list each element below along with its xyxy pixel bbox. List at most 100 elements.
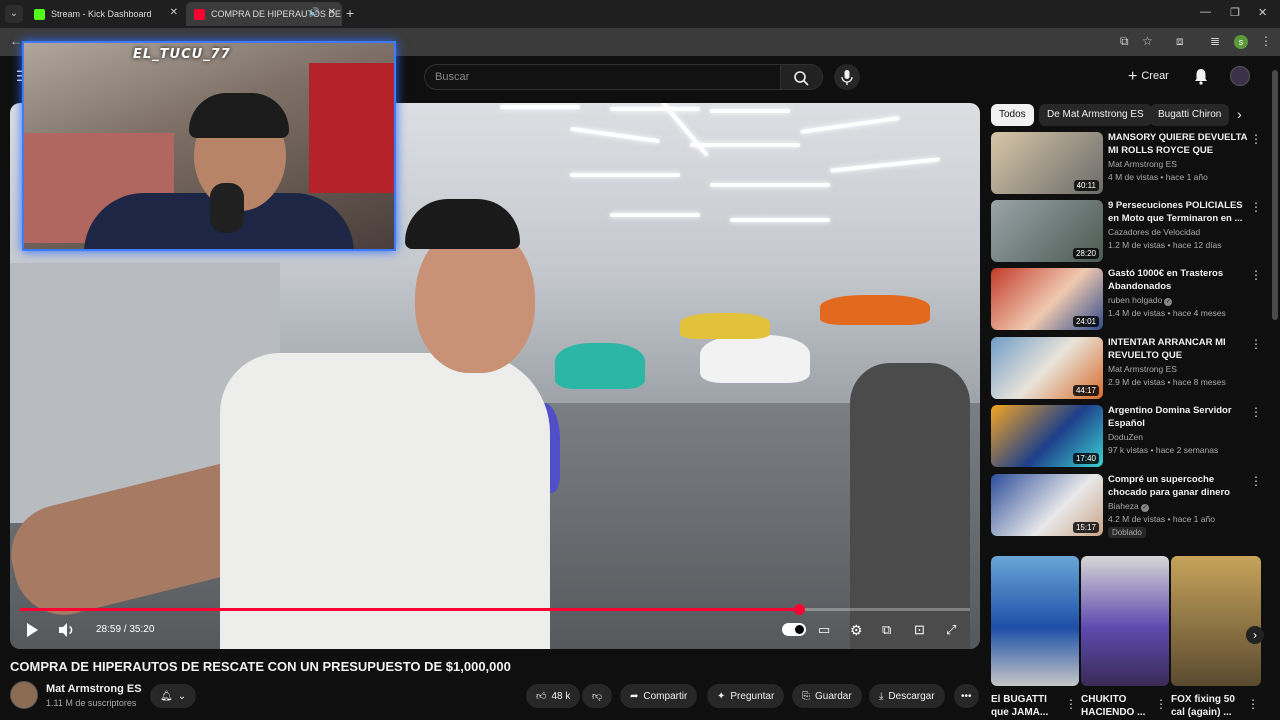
recommendation-channel[interactable]: Mat Armstrong ES	[1108, 364, 1177, 374]
close-tab-icon[interactable]: ✕	[328, 7, 336, 18]
minimize-window-icon[interactable]: —	[1200, 6, 1211, 18]
video-thumbnail[interactable]: 44:17	[991, 337, 1103, 399]
like-button[interactable]: 👍︎ 48 k	[526, 684, 581, 708]
download-button[interactable]: ⤓ Descargar	[869, 684, 945, 708]
video-thumbnail[interactable]: 40:11	[991, 132, 1103, 194]
settings-gear-icon[interactable]: ⚙	[850, 622, 863, 639]
short-title[interactable]: FOX fixing 50 cal (again) ...	[1171, 693, 1246, 719]
shorts-next-icon[interactable]: ›	[1246, 626, 1264, 644]
recommendation-meta: 4.2 M de vistas • hace 1 año	[1108, 514, 1215, 524]
short-title[interactable]: El BUGATTI que JAMA...	[991, 693, 1066, 719]
webcam-microphone	[210, 183, 244, 233]
notifications-button[interactable]	[1193, 67, 1209, 90]
more-vert-icon[interactable]: ⋮	[1247, 697, 1259, 711]
recommendation-title[interactable]: MANSORY QUIERE DEVUELTA MI ROLLS ROYCE Q…	[1108, 132, 1248, 157]
video-thumbnail[interactable]: 28:20	[991, 200, 1103, 262]
browser-menu-icon[interactable]: ⋮	[1260, 34, 1272, 48]
more-vert-icon[interactable]: ⋮	[1250, 132, 1262, 146]
share-button[interactable]: ➦ Compartir	[620, 684, 698, 708]
ceiling-light	[570, 126, 660, 144]
browser-tab-kick[interactable]: Stream - Kick Dashboard ✕	[26, 2, 184, 26]
recommendation-item[interactable]: 24:01 Gastó 1000€ en Trasteros Abandonad…	[991, 268, 1262, 330]
recommendation-title[interactable]: INTENTAR ARRANCAR MI REVUELTO QUE LAMBOR…	[1108, 337, 1248, 362]
cast-icon[interactable]: ⊡	[914, 622, 925, 638]
like-count: 48 k	[551, 690, 571, 702]
recommendation-item[interactable]: 28:20 9 Persecuciones POLICIALES en Moto…	[991, 200, 1262, 262]
tab-label: COMPRA DE HIPERAUTOS DE	[211, 9, 341, 19]
more-vert-icon[interactable]: ⋮	[1250, 337, 1262, 351]
short-thumbnail[interactable]	[1171, 556, 1261, 686]
fullscreen-icon[interactable]: ⤢	[946, 622, 956, 638]
time-display: 28:59 / 35:20	[96, 624, 155, 635]
chip-bugatti[interactable]: Bugatti Chiron	[1150, 104, 1230, 126]
ceiling-light	[690, 143, 800, 147]
recommendation-channel[interactable]: Mat Armstrong ES	[1108, 159, 1177, 169]
recommendation-item[interactable]: 17:40 Argentino Domina Servidor Español …	[991, 405, 1262, 467]
autoplay-toggle[interactable]	[782, 623, 806, 636]
reading-list-icon[interactable]: ≣	[1210, 34, 1220, 48]
bookmark-star-icon[interactable]: ☆	[1142, 34, 1153, 48]
duration-badge: 28:20	[1072, 248, 1099, 259]
tab-search-chevron-icon[interactable]: ⌄	[5, 5, 23, 23]
more-vert-icon[interactable]: ⋮	[1250, 200, 1262, 214]
more-vert-icon[interactable]: ⋮	[1250, 405, 1262, 419]
short-thumbnail[interactable]	[1081, 556, 1169, 686]
recommendation-channel[interactable]: ruben holgado ✓	[1108, 295, 1173, 306]
recommendation-item[interactable]: 44:17 INTENTAR ARRANCAR MI REVUELTO QUE …	[991, 337, 1262, 399]
channel-avatar[interactable]	[10, 681, 38, 709]
short-thumbnail[interactable]	[991, 556, 1079, 686]
ceiling-light	[570, 173, 680, 177]
install-app-icon[interactable]: ⧉	[1120, 34, 1129, 49]
more-vert-icon[interactable]: ⋮	[1250, 268, 1262, 282]
chevron-right-icon[interactable]: ›	[1237, 106, 1242, 122]
ask-button[interactable]: ✦ Preguntar	[707, 684, 785, 708]
recommendation-channel[interactable]: DoduZen	[1108, 432, 1143, 442]
miniplayer-icon[interactable]: ⧉	[882, 622, 891, 638]
new-tab-plus-icon[interactable]: +	[346, 5, 354, 21]
more-vert-icon[interactable]: ⋮	[1065, 697, 1077, 711]
ask-label: Preguntar	[730, 690, 775, 702]
thumbs-up-icon: 👍︎	[536, 691, 547, 702]
browser-tab-youtube[interactable]: COMPRA DE HIPERAUTOS DE 🔊 ✕	[186, 2, 342, 26]
account-avatar[interactable]	[1230, 66, 1250, 86]
recommendation-title[interactable]: Gastó 1000€ en Trasteros Abandonados	[1108, 268, 1248, 293]
search-button[interactable]	[781, 64, 823, 90]
more-vert-icon[interactable]: ⋮	[1155, 697, 1167, 711]
dislike-button[interactable]: 👎︎	[582, 684, 613, 708]
maximize-window-icon[interactable]: ❐	[1230, 6, 1240, 19]
channel-name[interactable]: Mat Armstrong ES	[46, 683, 142, 695]
recommendation-channel[interactable]: Biaheza ✓	[1108, 501, 1149, 512]
browser-tab-strip: ⌄ Stream - Kick Dashboard ✕ COMPRA DE HI…	[0, 0, 1280, 28]
browser-profile-avatar[interactable]: s	[1234, 35, 1248, 49]
recommendation-channel[interactable]: Cazadores de Velocidad	[1108, 227, 1200, 237]
video-thumbnail[interactable]: 17:40	[991, 405, 1103, 467]
extensions-icon[interactable]: ⧈	[1176, 34, 1184, 49]
page-scrollbar[interactable]	[1272, 70, 1278, 320]
recommendation-item[interactable]: 40:11 MANSORY QUIERE DEVUELTA MI ROLLS R…	[991, 132, 1262, 194]
recommendation-item[interactable]: 15:17 Compré un supercoche chocado para …	[991, 474, 1262, 538]
search-input[interactable]: Buscar	[424, 64, 781, 90]
recommendation-title[interactable]: 9 Persecuciones POLICIALES en Moto que T…	[1108, 200, 1248, 225]
subscription-bell-button[interactable]: 🔔︎ ⌄	[150, 684, 197, 708]
mute-button[interactable]	[58, 622, 76, 641]
play-button[interactable]	[25, 622, 39, 641]
video-thumbnail[interactable]: 24:01	[991, 268, 1103, 330]
subtitles-icon[interactable]: ▭	[818, 622, 830, 638]
recommendation-title[interactable]: Compré un supercoche chocado para ganar …	[1108, 474, 1248, 499]
ceiling-light	[500, 105, 580, 109]
progress-bar[interactable]	[20, 604, 970, 615]
chip-from-channel[interactable]: De Mat Armstrong ES	[1039, 104, 1152, 126]
tab-audio-icon[interactable]: 🔊	[309, 7, 320, 18]
back-arrow-icon[interactable]: ←	[10, 34, 22, 48]
more-actions-button[interactable]: •••	[954, 684, 979, 708]
voice-search-button[interactable]	[834, 64, 860, 90]
more-vert-icon[interactable]: ⋮	[1250, 474, 1262, 488]
chip-all[interactable]: Todos	[991, 104, 1034, 126]
short-title[interactable]: CHUKITO HACIENDO ...	[1081, 693, 1156, 719]
video-thumbnail[interactable]: 15:17	[991, 474, 1103, 536]
close-window-icon[interactable]: ✕	[1258, 6, 1267, 19]
create-button[interactable]: + Crear	[1128, 68, 1169, 86]
recommendation-title[interactable]: Argentino Domina Servidor Español	[1108, 405, 1248, 430]
close-tab-icon[interactable]: ✕	[170, 7, 178, 18]
save-button[interactable]: ⎘ Guardar	[792, 684, 862, 708]
